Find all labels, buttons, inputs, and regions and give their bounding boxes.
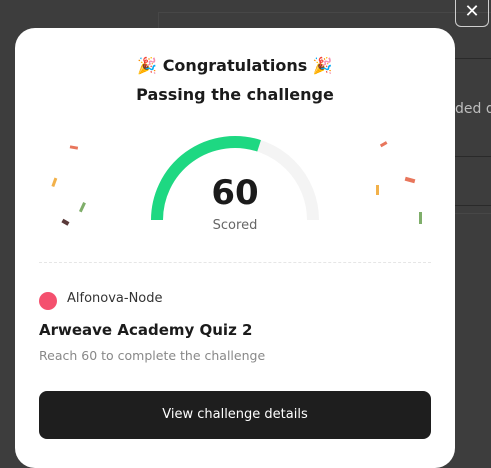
organization-name: Alfonova-Node [67, 291, 163, 306]
challenge-description: Reach 60 to complete the challenge [39, 348, 266, 363]
organization-avatar [39, 292, 57, 310]
background-text: ded d [455, 101, 491, 117]
background-divider [455, 156, 491, 157]
score-label: Scored [212, 218, 258, 233]
close-icon: ✕ [464, 1, 480, 22]
close-button[interactable]: ✕ [455, 0, 489, 27]
divider [39, 262, 431, 263]
congratulations-modal: 🎉 Congratulations 🎉 Passing the challeng… [15, 28, 455, 468]
view-challenge-details-button[interactable]: View challenge details [39, 391, 431, 439]
score-value: 60 [211, 173, 259, 213]
background-divider [455, 58, 491, 59]
background-divider [455, 205, 491, 206]
quiz-title: Arweave Academy Quiz 2 [39, 321, 253, 339]
